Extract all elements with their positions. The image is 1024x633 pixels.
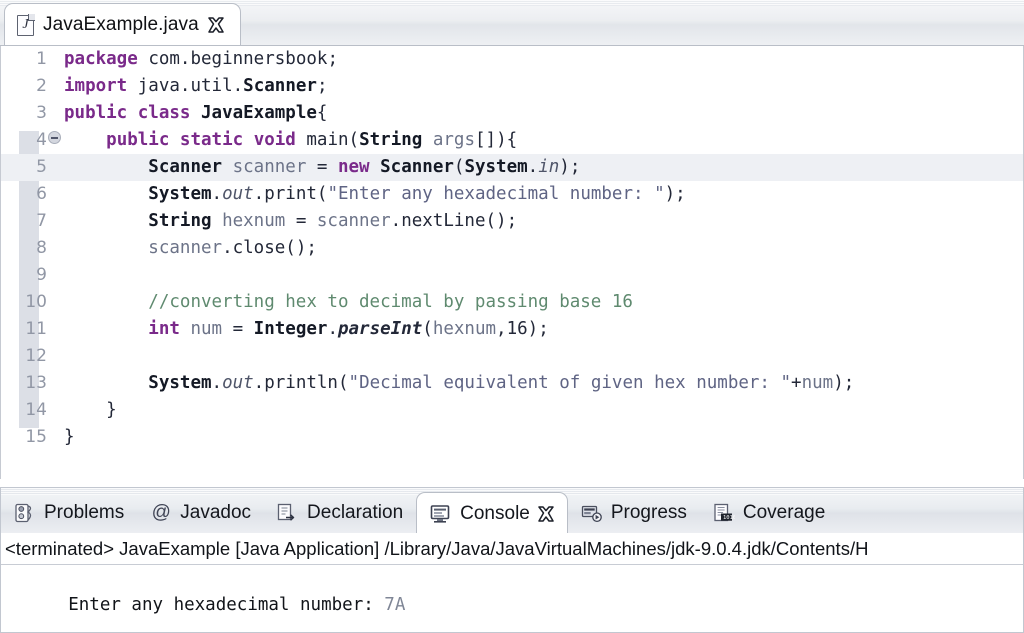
code-text: public class JavaExample{ [64, 103, 328, 123]
code-text: } [64, 400, 117, 420]
code-text: } [64, 427, 75, 447]
editor-tab-javaexample[interactable]: J JavaExample.java [4, 3, 241, 45]
line-number-13: 13 [25, 373, 47, 393]
code-line-14[interactable]: 14 } [1, 397, 1023, 424]
code-line-11[interactable]: 11 int num = Integer.parseInt(hexnum,16)… [1, 316, 1023, 343]
console-tab-label: Declaration [307, 502, 404, 523]
console-panel: Problems @ Javadoc Declaration Console Progre… [0, 487, 1024, 633]
editor-tab-bar: J JavaExample.java [0, 0, 1024, 46]
code-text: int num = Integer.parseInt(hexnum,16); [148, 319, 549, 339]
java-file-icon: J [17, 13, 35, 36]
console-tab-label: Progress [610, 502, 687, 523]
code-text: public static void main(String args[]){ [106, 130, 518, 150]
svg-text:1010: 1010 [723, 515, 735, 521]
code-line-6[interactable]: 6 System.out.print("Enter any hexadecima… [1, 181, 1023, 208]
at-icon: @ [151, 502, 171, 523]
line-number-10: 10 [25, 292, 47, 312]
close-icon[interactable] [208, 17, 224, 33]
console-user-input: 7A [384, 595, 406, 615]
console-tab-progress[interactable]: Progress [568, 493, 700, 533]
problems-icon [14, 503, 36, 523]
code-text: System.out.println("Decimal equivalent o… [148, 373, 855, 393]
code-line-2[interactable]: 2 import java.util.Scanner; [1, 73, 1023, 100]
code-line-15[interactable]: 15} [1, 424, 1023, 451]
code-line-10[interactable]: 10 //converting hex to decimal by passin… [1, 289, 1023, 316]
code-line-3[interactable]: 3 public class JavaExample{ [1, 100, 1023, 127]
console-tab-problems[interactable]: Problems [1, 493, 137, 533]
code-line-8[interactable]: 8 scanner.close(); [1, 235, 1023, 262]
coverage-icon: 1010 [713, 503, 735, 523]
code-line-9[interactable]: 9 [1, 262, 1023, 289]
code-text: import java.util.Scanner; [64, 76, 328, 96]
code-line-list: 1 package com.beginnersbook; 2 import java.… [1, 46, 1023, 451]
line-number-3: 3 [36, 103, 47, 123]
line-number-14: 14 [25, 400, 47, 420]
console-tab-coverage[interactable]: 1010 Coverage [700, 493, 838, 533]
line-number-5: 5 [36, 157, 47, 177]
progress-icon [581, 503, 603, 523]
console-tab-label: Javadoc [180, 502, 252, 523]
code-line-12[interactable]: 12 [1, 343, 1023, 370]
code-line-7[interactable]: 7 String hexnum = scanner.nextLine(); [1, 208, 1023, 235]
declaration-icon [277, 503, 299, 523]
line-number-15: 15 [25, 427, 47, 447]
code-text: package com.beginnersbook; [64, 49, 338, 69]
console-prompt-text: Enter any hexadecimal number: [68, 595, 385, 615]
line-number-12: 12 [25, 346, 47, 366]
fold-collapse-icon[interactable] [48, 131, 64, 147]
line-number-9: 9 [36, 265, 47, 285]
line-number-7: 7 [36, 211, 47, 231]
console-tab-label: Console [460, 502, 530, 524]
console-tab-declaration[interactable]: Declaration [264, 493, 416, 533]
line-number-6: 6 [36, 184, 47, 204]
code-line-4[interactable]: 4 public static void main(String args[])… [1, 127, 1023, 154]
console-tab-javadoc[interactable]: @ Javadoc [137, 493, 264, 533]
code-text: Scanner scanner = new Scanner(System.in)… [148, 157, 581, 177]
code-text: //converting hex to decimal by passing b… [148, 292, 633, 312]
line-number-11: 11 [25, 319, 47, 339]
console-tab-console[interactable]: Console [416, 492, 568, 533]
code-text: String hexnum = scanner.nextLine(); [148, 211, 518, 231]
code-line-1[interactable]: 1 package com.beginnersbook; [1, 46, 1023, 73]
close-icon[interactable] [538, 505, 554, 522]
editor-tab-label: JavaExample.java [43, 14, 199, 35]
console-output-area[interactable]: <terminated> JavaExample [Java Applicati… [0, 533, 1024, 633]
line-number-8: 8 [36, 238, 47, 258]
console-output-line-1: Enter any hexadecimal number: 7A [1, 565, 1023, 632]
console-status-line: <terminated> JavaExample [Java Applicati… [1, 533, 1023, 565]
console-tab-bar: Problems @ Javadoc Declaration Console Progre… [0, 487, 1024, 533]
editor-panel: J JavaExample.java 1 package com.beginner… [0, 0, 1024, 480]
code-line-13[interactable]: 13 System.out.println("Decimal equivalen… [1, 370, 1023, 397]
code-editor[interactable]: 1 package com.beginnersbook; 2 import java.… [0, 46, 1024, 479]
code-text: System.out.print("Enter any hexadecimal … [148, 184, 686, 204]
console-tab-label: Coverage [742, 502, 826, 523]
line-number-1: 1 [36, 49, 47, 69]
line-number-4: 4 [36, 130, 47, 150]
code-text: scanner.close(); [148, 238, 317, 258]
line-number-2: 2 [36, 76, 47, 96]
console-tab-label: Problems [44, 502, 125, 523]
console-icon [430, 504, 452, 524]
code-line-5[interactable]: 5 Scanner scanner = new Scanner(System.i… [1, 154, 1023, 181]
